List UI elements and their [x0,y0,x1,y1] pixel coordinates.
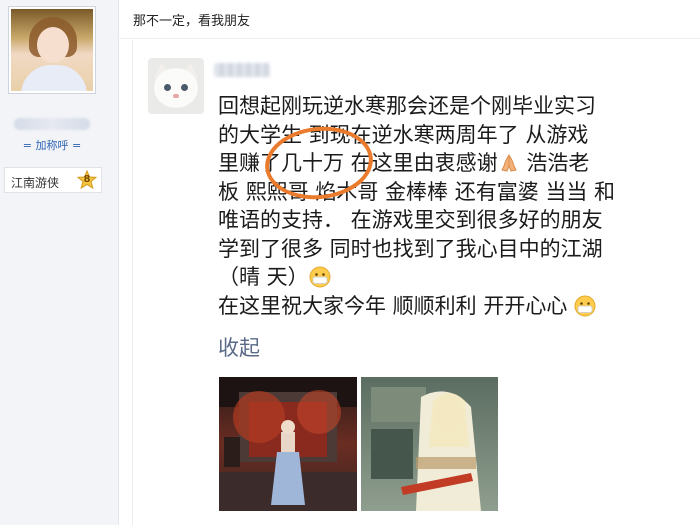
content-line: （晴 天） [218,263,666,292]
mask-face-icon [309,266,331,288]
quoted-content: 回想起刚玩逆水寒那会还是个刚毕业实习 的大学生 到现在逆水寒两周年了 从游戏 里… [218,92,666,320]
content-line: 回想起刚玩逆水寒那会还是个刚毕业实习 [218,94,596,118]
rank-level: 8 [83,174,91,185]
avatar-image [11,9,93,91]
content-line: 在这里祝大家今年 顺顺利利 开开心心 [218,292,666,321]
poster-avatar[interactable] [8,6,96,94]
game-photo-2[interactable] [361,377,498,511]
pray-icon [500,154,517,172]
poster-name-blurred [14,118,90,130]
mask-face-icon [574,295,596,316]
author-name-blurred [214,63,270,77]
divider [118,38,700,39]
nickname-link[interactable]: = 加称呼 = [0,137,104,153]
post-text: 那不一定，看我朋友 [133,14,251,29]
content-text: 浩浩老 [526,151,590,175]
content-text: （晴 天） [218,265,309,289]
rank-label: 江南游侠 [11,176,60,190]
rank-star-icon: 8 [77,170,97,190]
collapse-link[interactable]: 收起 [218,332,260,362]
author-avatar [148,58,204,114]
game-photo-1[interactable] [219,377,357,511]
content-text: 在这里祝大家今年 顺顺利利 开开心心 [218,293,568,318]
rank-badge-box: 江南游侠 8 [4,167,102,193]
content-line: 学到了很多 同时也找到了我心目中的江湖 [218,236,603,261]
content-line: 唯语的支持． 在游戏里交到很多好的朋友 [218,208,603,232]
poster-panel: = 加称呼 = 江南游侠 8 [0,0,119,525]
